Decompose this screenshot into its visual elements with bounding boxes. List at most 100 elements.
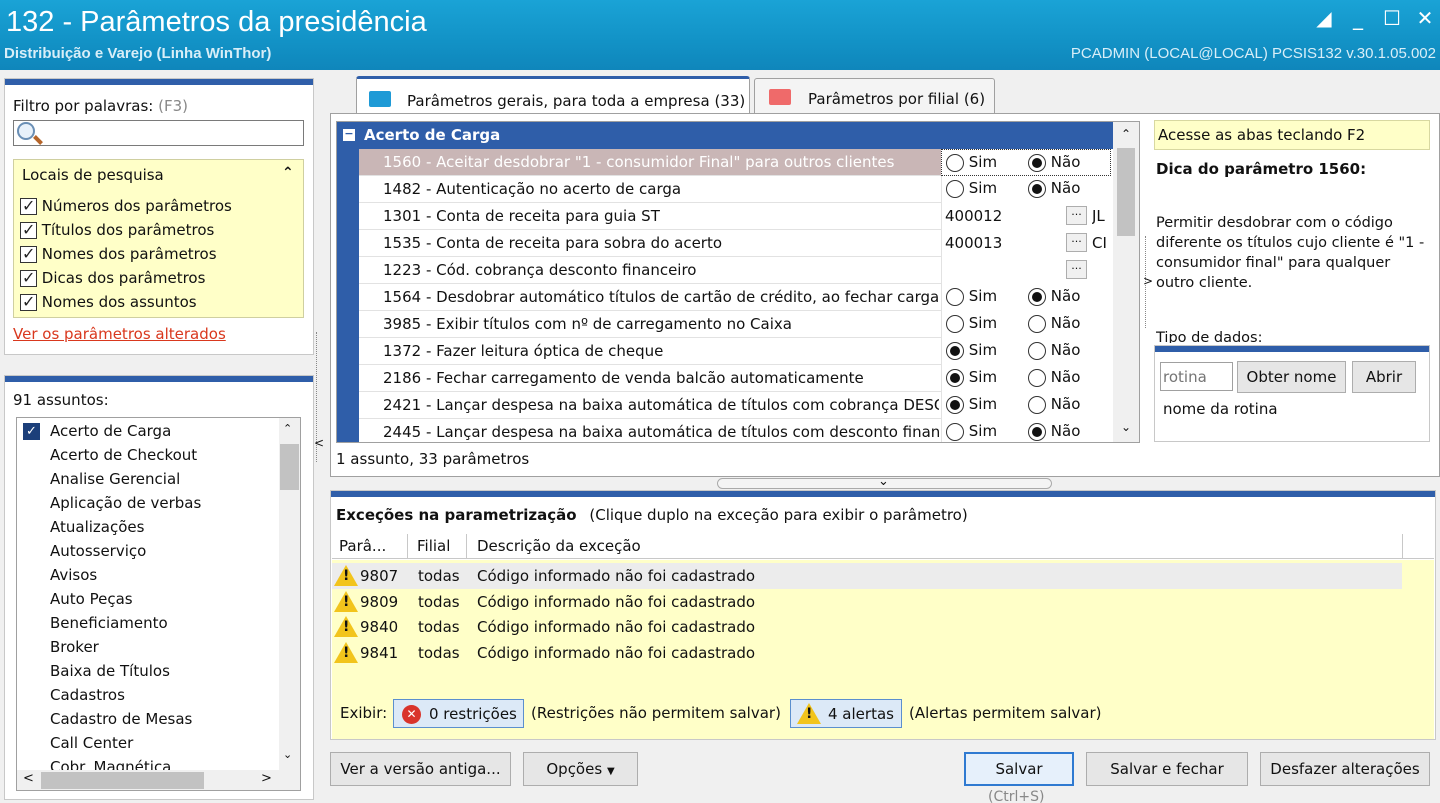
search-option[interactable]: Dicas dos parâmetros (20, 268, 205, 287)
grid-scroll-down-icon[interactable]: ⌄ (1121, 420, 1131, 434)
tab-filial[interactable]: Parâmetros por filial (6) (754, 78, 995, 115)
subject-item[interactable]: ✓ Acerto de Carga (21, 421, 277, 443)
close-icon[interactable]: ✕ (1414, 8, 1436, 28)
subject-item[interactable]: Autosserviço (21, 541, 277, 563)
lookup-button[interactable]: ··· (1066, 206, 1087, 225)
restore-layout-icon[interactable]: ◢ (1313, 8, 1335, 28)
radio-nao[interactable] (1028, 395, 1046, 414)
exception-row[interactable]: 9809 todas Código informado não foi cada… (332, 589, 1402, 615)
options-button[interactable]: Opções ▼ (523, 752, 638, 786)
filter-search-input[interactable] (13, 120, 304, 146)
sim-option[interactable]: Sim (946, 287, 997, 306)
radio-sim[interactable] (946, 287, 964, 306)
subject-item[interactable]: Avisos (21, 565, 277, 587)
sim-option[interactable]: Sim (946, 153, 997, 172)
scroll-up-icon[interactable]: ⌃ (283, 422, 292, 435)
param-row[interactable]: 1564 - Desdobrar automático títulos de c… (359, 284, 1111, 311)
radio-sim[interactable] (946, 395, 964, 414)
scroll-right-icon[interactable]: > (261, 771, 272, 786)
subject-item[interactable]: Beneficiamento (21, 613, 277, 635)
radio-nao[interactable] (1028, 341, 1046, 360)
param-row[interactable]: 2445 - Lançar despesa na baixa automátic… (359, 419, 1111, 442)
checkbox[interactable] (20, 244, 37, 263)
collapse-hint-icon[interactable]: > (1143, 274, 1153, 288)
scroll-thumb[interactable] (280, 444, 299, 490)
subject-item[interactable]: Cadastros (21, 685, 277, 707)
subject-item[interactable]: Cadastro de Mesas (21, 709, 277, 731)
abrir-button[interactable]: Abrir (1352, 361, 1416, 393)
exception-row[interactable]: 9807 todas Código informado não foi cada… (332, 563, 1402, 589)
lookup-button[interactable]: ··· (1066, 260, 1087, 279)
old-version-button[interactable]: Ver a versão antiga... (330, 752, 511, 786)
grid-scrollbar[interactable]: ⌃ ⌄ (1113, 122, 1139, 442)
radio-nao[interactable] (1028, 287, 1046, 306)
param-row[interactable]: 2186 - Fechar carregamento de venda balc… (359, 365, 1111, 392)
alertas-button[interactable]: 4 alertas (790, 699, 902, 728)
subjects-list[interactable]: ✓ Acerto de Carga Acerto de Checkout Analis… (16, 417, 301, 791)
horizontal-splitter[interactable]: ⌄ (717, 474, 1052, 489)
search-option[interactable]: Títulos dos parâmetros (20, 220, 214, 239)
radio-sim[interactable] (946, 368, 964, 387)
param-code[interactable]: 400013 (945, 234, 1002, 252)
grid-scroll-up-icon[interactable]: ⌃ (1121, 127, 1131, 141)
sim-option[interactable]: Sim (946, 314, 997, 333)
subject-item[interactable]: Analise Gerencial (21, 469, 277, 491)
exception-row[interactable]: 9840 todas Código informado não foi cada… (332, 614, 1402, 640)
param-row[interactable]: 1372 - Fazer leitura óptica de cheque Si… (359, 338, 1111, 365)
undo-button[interactable]: Desfazer alterações (1260, 752, 1430, 786)
checkbox[interactable] (20, 268, 37, 287)
search-option[interactable]: Nomes dos parâmetros (20, 244, 217, 263)
search-option[interactable]: Números dos parâmetros (20, 196, 232, 215)
subjects-hscrollbar[interactable]: < > (17, 770, 300, 790)
lookup-button[interactable]: ··· (1066, 233, 1087, 252)
nao-option[interactable]: Não (1028, 153, 1080, 172)
param-row[interactable]: 3985 - Exibir títulos com nº de carregam… (359, 311, 1111, 338)
rotina-input[interactable] (1160, 362, 1233, 391)
maximize-icon[interactable]: ☐ (1381, 8, 1403, 28)
minimize-icon[interactable]: _ (1347, 8, 1369, 28)
sim-option[interactable]: Sim (946, 368, 997, 387)
param-row[interactable]: 1482 - Autenticação no acerto de carga S… (359, 176, 1111, 203)
subject-item[interactable]: Auto Peças (21, 589, 277, 611)
checkbox[interactable] (20, 292, 37, 311)
subject-item[interactable]: Aplicação de verbas (21, 493, 277, 515)
param-row[interactable]: 2421 - Lançar despesa na baixa automátic… (359, 392, 1111, 419)
radio-sim[interactable] (946, 422, 964, 441)
nao-option[interactable]: Não (1028, 368, 1080, 387)
radio-nao[interactable] (1028, 314, 1046, 333)
param-row[interactable]: 1560 - Aceitar desdobrar "1 - consumidor… (359, 149, 1111, 176)
nao-option[interactable]: Não (1028, 314, 1080, 333)
grid-scroll-thumb[interactable] (1117, 148, 1135, 236)
save-close-button[interactable]: Salvar e fechar (1086, 752, 1248, 786)
scroll-down-icon[interactable]: ⌄ (283, 748, 292, 761)
col-param[interactable]: Parâ... (339, 537, 386, 555)
collapse-down-icon[interactable]: ⌄ (878, 474, 889, 489)
subject-item[interactable]: Baixa de Títulos (21, 661, 277, 683)
obter-nome-button[interactable]: Obter nome (1237, 361, 1346, 393)
radio-nao[interactable] (1028, 422, 1046, 441)
subject-item[interactable]: Call Center (21, 733, 277, 755)
group-header[interactable]: − Acerto de Carga (337, 122, 1113, 149)
radio-nao[interactable] (1028, 153, 1046, 172)
radio-sim[interactable] (946, 179, 964, 198)
restricoes-button[interactable]: ✕ 0 restrições (393, 699, 524, 728)
search-option[interactable]: Nomes dos assuntos (20, 292, 197, 311)
nao-option[interactable]: Não (1028, 179, 1080, 198)
nao-option[interactable]: Não (1028, 422, 1080, 441)
col-desc[interactable]: Descrição da exceção (477, 537, 641, 555)
subject-item[interactable]: Acerto de Checkout (21, 445, 277, 467)
exception-row[interactable]: 9841 todas Código informado não foi cada… (332, 640, 1402, 666)
hscroll-thumb[interactable] (41, 772, 204, 789)
nao-option[interactable]: Não (1028, 287, 1080, 306)
scroll-left-icon[interactable]: < (23, 771, 34, 786)
nao-option[interactable]: Não (1028, 341, 1080, 360)
changed-params-link[interactable]: Ver os parâmetros alterados (13, 325, 226, 343)
checkbox[interactable] (20, 196, 37, 215)
tab-general[interactable]: Parâmetros gerais, para toda a empresa (… (356, 76, 750, 116)
radio-sim[interactable] (946, 314, 964, 333)
param-row[interactable]: 1301 - Conta de receita para guia ST 400… (359, 203, 1111, 230)
checkbox[interactable] (20, 220, 37, 239)
col-filial[interactable]: Filial (417, 537, 450, 555)
sim-option[interactable]: Sim (946, 395, 997, 414)
param-code[interactable]: 400012 (945, 207, 1002, 225)
